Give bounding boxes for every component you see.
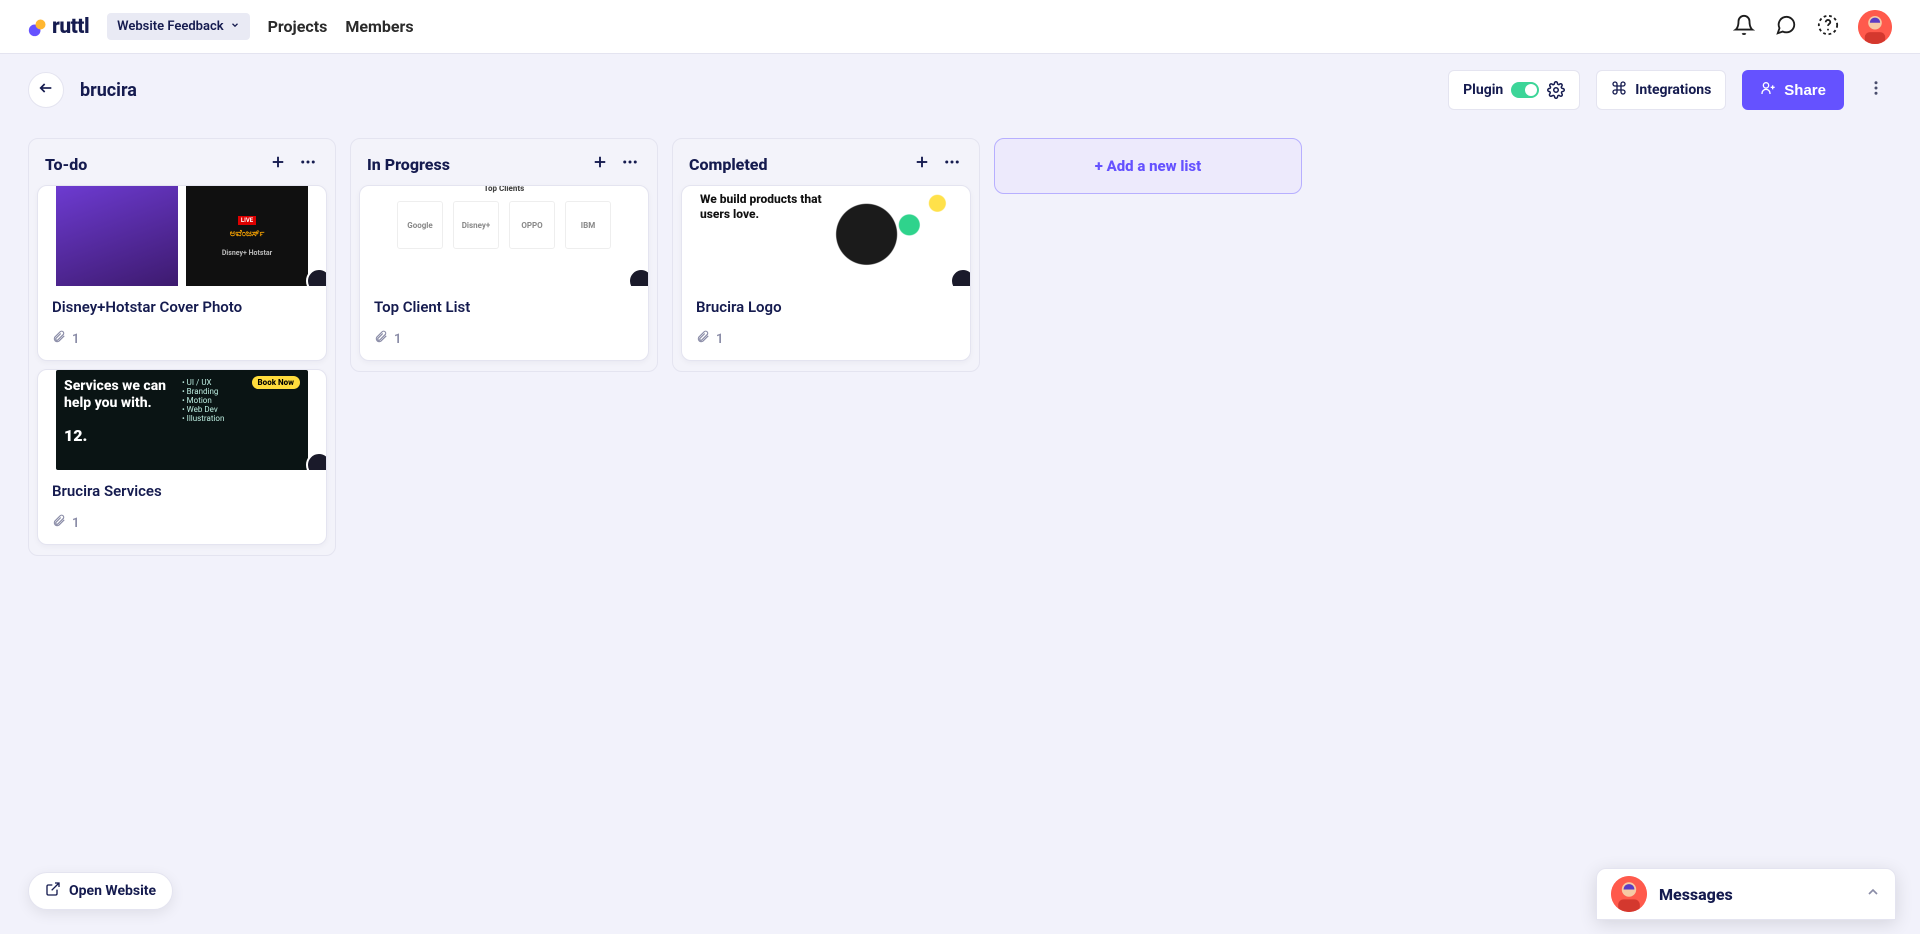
plus-icon <box>591 153 609 175</box>
share-button[interactable]: Share <box>1742 70 1844 110</box>
messages-label: Messages <box>1659 885 1733 904</box>
card-attachments: 1 <box>374 330 634 348</box>
plugin-label: Plugin <box>1463 82 1503 98</box>
card[interactable]: Book NowServices we can help you with.12… <box>37 369 327 545</box>
dots-horizontal-icon <box>621 153 639 175</box>
top-nav: ruttl Website Feedback Projects Members <box>0 0 1920 54</box>
gear-icon[interactable] <box>1547 81 1565 99</box>
brand-name: ruttl <box>52 15 89 39</box>
messages-dock[interactable]: Messages <box>1596 868 1896 920</box>
assignee-avatar <box>950 268 970 286</box>
plugin-control[interactable]: Plugin <box>1448 70 1580 110</box>
card-thumbnail: We build products that users love. <box>682 186 970 286</box>
share-icon <box>1760 80 1776 100</box>
list: To-do LIVEಅವೆಂಜರ್ಸ್Disney+ Hotstar Disne… <box>28 138 336 556</box>
add-list-label: + Add a new list <box>1095 157 1202 175</box>
project-title: brucira <box>80 80 137 101</box>
chat-icon <box>1775 14 1797 40</box>
dots-horizontal-icon <box>943 153 961 175</box>
list-title: Completed <box>689 155 767 174</box>
attachment-icon <box>52 330 66 348</box>
card-thumbnail: Book NowServices we can help you with.12… <box>38 370 326 470</box>
card-attachments: 1 <box>52 330 312 348</box>
external-link-icon <box>45 881 61 901</box>
project-toolbar: brucira Plugin Integrations Share <box>0 54 1920 126</box>
nav-projects[interactable]: Projects <box>268 17 328 36</box>
card-title: Top Client List <box>374 298 634 316</box>
add-card-button[interactable] <box>589 153 611 175</box>
integrations-button[interactable]: Integrations <box>1596 70 1726 110</box>
open-website-label: Open Website <box>69 883 156 899</box>
list: In Progress Top ClientsGoogleDisney+OPPO… <box>350 138 658 372</box>
help-button[interactable] <box>1816 15 1840 39</box>
list-menu-button[interactable] <box>297 153 319 175</box>
user-avatar[interactable] <box>1858 10 1892 44</box>
list-title: In Progress <box>367 155 450 174</box>
chat-button[interactable] <box>1774 15 1798 39</box>
brand-mark-icon <box>28 17 48 37</box>
card-attachments: 1 <box>696 330 956 348</box>
plus-icon <box>913 153 931 175</box>
attachment-icon <box>52 514 66 532</box>
attachment-count: 1 <box>394 332 401 347</box>
help-icon <box>1817 14 1839 40</box>
list-header: To-do <box>37 147 327 185</box>
list-menu-button[interactable] <box>941 153 963 175</box>
plus-icon <box>269 153 287 175</box>
card[interactable]: We build products that users love. Bruci… <box>681 185 971 361</box>
open-website-button[interactable]: Open Website <box>28 872 173 910</box>
nav-members[interactable]: Members <box>345 17 413 36</box>
bell-icon <box>1733 14 1755 40</box>
add-card-button[interactable] <box>911 153 933 175</box>
chevron-up-icon <box>1865 884 1881 904</box>
assignee-avatar <box>306 268 326 286</box>
attachment-icon <box>374 330 388 348</box>
board: To-do LIVEಅವೆಂಜರ್ಸ್Disney+ Hotstar Disne… <box>0 126 1920 934</box>
list-header: Completed <box>681 147 971 185</box>
brand-logo[interactable]: ruttl <box>28 15 89 39</box>
card[interactable]: LIVEಅವೆಂಜರ್ಸ್Disney+ Hotstar Disney+Hots… <box>37 185 327 361</box>
card-title: Disney+Hotstar Cover Photo <box>52 298 312 316</box>
more-menu-button[interactable] <box>1860 70 1892 110</box>
command-icon <box>1611 80 1627 100</box>
integrations-label: Integrations <box>1635 82 1711 98</box>
card-thumbnail: LIVEಅವೆಂಜರ್ಸ್Disney+ Hotstar <box>38 186 326 286</box>
workspace-dropdown-label: Website Feedback <box>117 19 223 34</box>
assignee-avatar <box>628 268 648 286</box>
attachment-count: 1 <box>72 332 79 347</box>
list: Completed We build products that users l… <box>672 138 980 372</box>
notifications-button[interactable] <box>1732 15 1756 39</box>
share-label: Share <box>1784 82 1826 99</box>
add-list-button[interactable]: + Add a new list <box>994 138 1302 194</box>
attachment-count: 1 <box>72 516 79 531</box>
list-title: To-do <box>45 155 87 174</box>
back-button[interactable] <box>28 72 64 108</box>
list-header: In Progress <box>359 147 649 185</box>
list-menu-button[interactable] <box>619 153 641 175</box>
card-thumbnail: Top ClientsGoogleDisney+OPPOIBM <box>360 186 648 286</box>
attachment-count: 1 <box>716 332 723 347</box>
card[interactable]: Top ClientsGoogleDisney+OPPOIBM Top Clie… <box>359 185 649 361</box>
dots-vertical-icon <box>1867 79 1885 101</box>
messages-avatar <box>1611 876 1647 912</box>
card-title: Brucira Logo <box>696 298 956 316</box>
add-card-button[interactable] <box>267 153 289 175</box>
workspace-dropdown[interactable]: Website Feedback <box>107 13 249 40</box>
arrow-left-icon <box>38 80 54 100</box>
assignee-avatar <box>306 452 326 470</box>
chevron-down-icon <box>230 19 240 34</box>
attachment-icon <box>696 330 710 348</box>
plugin-toggle[interactable] <box>1511 82 1539 98</box>
card-title: Brucira Services <box>52 482 312 500</box>
dots-horizontal-icon <box>299 153 317 175</box>
card-attachments: 1 <box>52 514 312 532</box>
